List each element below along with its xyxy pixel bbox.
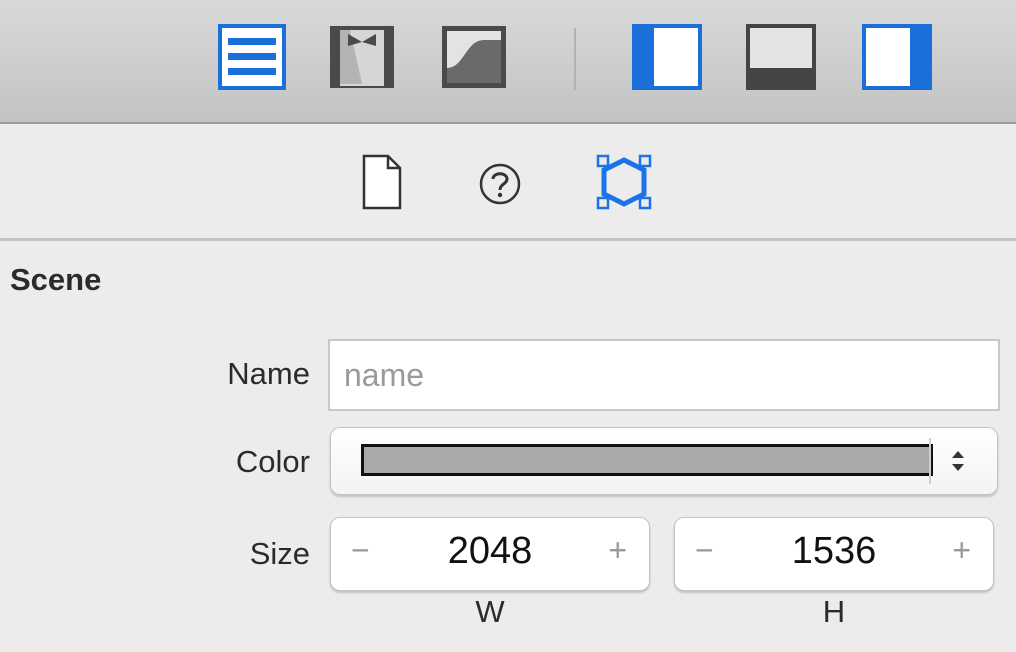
color-swatch: [361, 444, 933, 476]
left-panel-icon: [632, 24, 702, 90]
assistant-editor-button[interactable]: [328, 24, 396, 90]
tab-quick-help[interactable]: [478, 162, 522, 211]
size-label: Size: [249, 536, 310, 571]
version-editor-icon: [442, 26, 506, 88]
version-editor-button[interactable]: [440, 24, 508, 90]
debug-area-toggle-button[interactable]: [746, 24, 816, 90]
color-popup-button[interactable]: [330, 427, 998, 495]
assistant-editor-icon: [330, 26, 394, 88]
popup-divider: [929, 438, 931, 484]
color-label: Color: [235, 444, 310, 479]
height-value[interactable]: 1536: [675, 530, 993, 573]
width-value[interactable]: 2048: [331, 530, 649, 573]
node-hexagon-icon: [596, 154, 652, 210]
tab-node-inspector[interactable]: [596, 154, 652, 215]
inspector-tab-bar: [0, 124, 1016, 241]
window-toolbar: [0, 0, 1016, 124]
document-icon: [362, 154, 402, 210]
standard-editor-button[interactable]: [218, 24, 286, 90]
width-caption: W: [475, 594, 505, 629]
tab-file-inspector[interactable]: [362, 154, 402, 215]
utilities-toggle-button[interactable]: [862, 24, 932, 90]
bottom-panel-icon: [746, 24, 816, 90]
name-field[interactable]: [328, 339, 1000, 411]
height-caption: H: [822, 594, 846, 629]
standard-editor-icon: [218, 24, 286, 90]
name-label: Name: [227, 356, 310, 391]
width-increment-button[interactable]: +: [608, 532, 627, 569]
width-stepper[interactable]: − 2048 +: [330, 517, 650, 591]
height-increment-button[interactable]: +: [952, 532, 971, 569]
section-title-scene: Scene: [10, 262, 102, 297]
navigator-toggle-button[interactable]: [632, 24, 702, 90]
toolbar-divider: [574, 28, 576, 90]
question-mark-icon: [479, 163, 521, 205]
height-stepper[interactable]: − 1536 +: [674, 517, 994, 591]
right-panel-icon: [862, 24, 932, 90]
chevron-up-down-icon: [952, 451, 964, 471]
